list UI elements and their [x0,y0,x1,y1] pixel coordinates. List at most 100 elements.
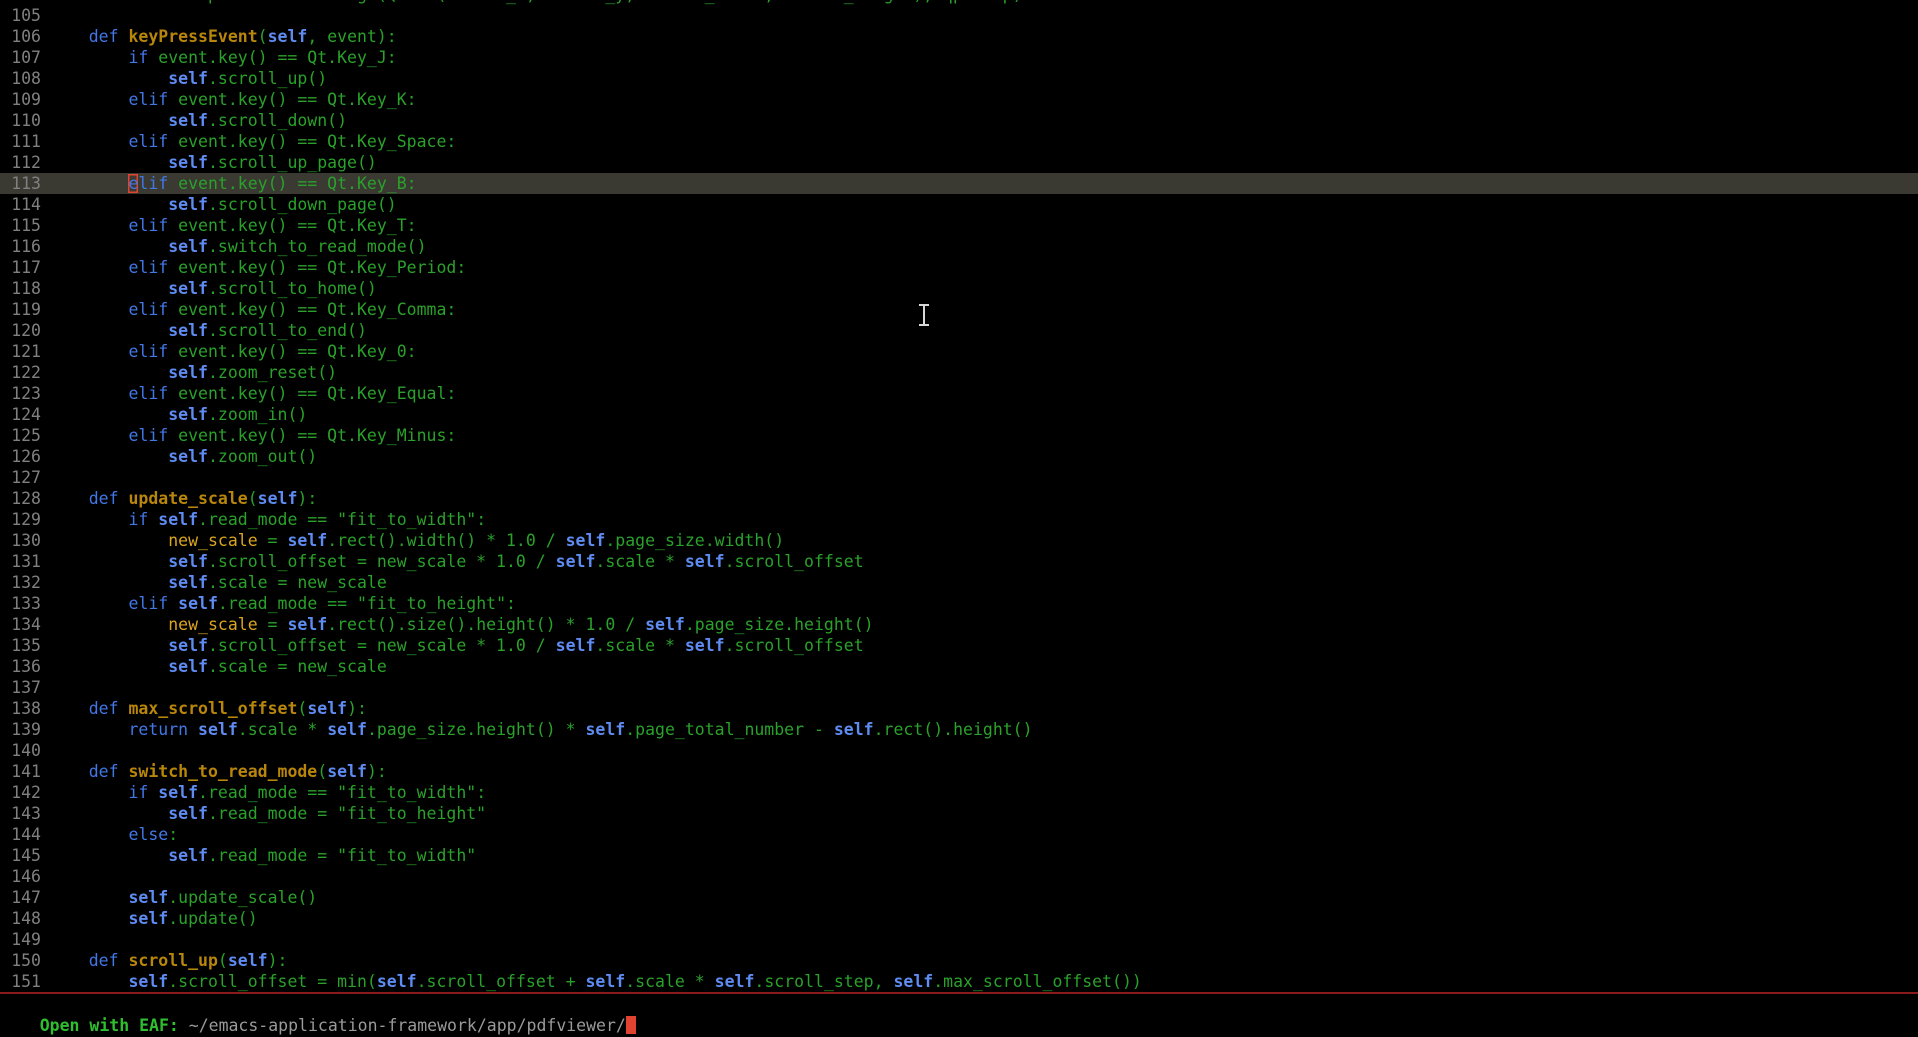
code-token: self [377,972,417,991]
code-token: event.key() == Qt.Key_Space: [168,132,456,151]
code-token [119,27,129,46]
code-line[interactable]: 110 self.scroll_down() [0,110,1918,131]
code-token: event.key() == Qt.Key_0: [168,342,416,361]
code-line[interactable]: 127 [0,467,1918,488]
code-token: : [476,783,486,802]
line-number: 131 [0,551,49,572]
code-token: .scroll_down_page() [208,195,397,214]
code-token: event.key() == Qt.Key_Equal: [168,384,456,403]
code-line[interactable]: 151 self.scroll_offset = min(self.scroll… [0,971,1918,992]
code-line[interactable]: 112 self.scroll_up_page() [0,152,1918,173]
code-token: .page_size.width() [605,531,784,550]
code-token: else [128,825,168,844]
code-buffer[interactable]: painter.drawImage(QRect(render_x, render… [0,0,1918,992]
code-line[interactable]: 132 self.scale = new_scale [0,572,1918,593]
line-number: 123 [0,383,49,404]
code-token [49,216,128,235]
code-line[interactable]: 125 elif event.key() == Qt.Key_Minus: [0,425,1918,446]
status-info: (1, 59)Top[2018-06-28] 22:12 Thursday [1489,1015,1912,1035]
line-number: 138 [0,698,49,719]
line-number: 115 [0,215,49,236]
code-line[interactable]: 121 elif event.key() == Qt.Key_0: [0,341,1918,362]
code-token: self [168,804,208,823]
code-line[interactable]: 133 elif self.read_mode == "fit_to_heigh… [0,593,1918,614]
code-token [49,783,128,802]
line-number: 106 [0,26,49,47]
code-line[interactable]: 144 else: [0,824,1918,845]
code-token: self [168,657,208,676]
code-line[interactable]: 147 self.update_scale() [0,887,1918,908]
code-line[interactable]: 124 self.zoom_in() [0,404,1918,425]
code-line[interactable]: 148 self.update() [0,908,1918,929]
code-line[interactable]: 108 self.scroll_up() [0,68,1918,89]
code-line[interactable]: 106 def keyPressEvent(self, event): [0,26,1918,47]
code-token: elif [128,426,168,445]
code-token [49,972,128,991]
code-token: self [178,594,218,613]
code-line[interactable]: 109 elif event.key() == Qt.Key_K: [0,89,1918,110]
code-token: self [327,720,367,739]
code-line[interactable]: 149 [0,929,1918,950]
code-line[interactable]: 129 if self.read_mode == "fit_to_width": [0,509,1918,530]
code-token: .scroll_to_home() [208,279,377,298]
minibuffer[interactable]: Open with EAF: ~/emacs-application-frame… [0,994,1918,1015]
code-line[interactable]: 145 self.read_mode = "fit_to_width" [0,845,1918,866]
ibeam-mouse-cursor [916,303,932,327]
line-number: 136 [0,656,49,677]
code-token [49,342,128,361]
minibuffer-input[interactable]: ~/emacs-application-framework/app/pdfvie… [189,1016,626,1035]
code-line[interactable]: 119 elif event.key() == Qt.Key_Comma: [0,299,1918,320]
code-line[interactable]: 120 self.scroll_to_end() [0,320,1918,341]
code-lines: painter.drawImage(QRect(render_x, render… [0,0,1918,992]
line-number: 145 [0,845,49,866]
code-token [148,510,158,529]
line-number: 121 [0,341,49,362]
code-line[interactable]: 117 elif event.key() == Qt.Key_Period: [0,257,1918,278]
code-line[interactable]: 118 self.scroll_to_home() [0,278,1918,299]
code-token: def [89,27,119,46]
code-line[interactable]: 131 self.scroll_offset = new_scale * 1.0… [0,551,1918,572]
line-number: 114 [0,194,49,215]
line-number: 124 [0,404,49,425]
code-line[interactable]: 116 self.switch_to_read_mode() [0,236,1918,257]
code-line[interactable]: 140 [0,740,1918,761]
line-number: 146 [0,866,49,887]
code-line[interactable]: 126 self.zoom_out() [0,446,1918,467]
code-line[interactable]: 146 [0,866,1918,887]
code-line[interactable]: 122 self.zoom_reset() [0,362,1918,383]
code-line[interactable]: 107 if event.key() == Qt.Key_J: [0,47,1918,68]
code-line[interactable]: 138 def max_scroll_offset(self): [0,698,1918,719]
code-token: self [168,195,208,214]
code-token [49,279,168,298]
code-line[interactable]: 105 [0,5,1918,26]
code-line[interactable]: 143 self.read_mode = "fit_to_height" [0,803,1918,824]
code-line[interactable]: 135 self.scroll_offset = new_scale * 1.0… [0,635,1918,656]
code-line[interactable]: 130 new_scale = self.rect().width() * 1.… [0,530,1918,551]
code-line[interactable]: 141 def switch_to_read_mode(self): [0,761,1918,782]
code-line[interactable]: 134 new_scale = self.rect().size().heigh… [0,614,1918,635]
code-token [49,825,128,844]
code-line[interactable]: 136 self.scale = new_scale [0,656,1918,677]
code-token: .scroll_offset = new_scale * 1.0 / [208,552,556,571]
code-line[interactable]: 114 self.scroll_down_page() [0,194,1918,215]
code-line[interactable]: 128 def update_scale(self): [0,488,1918,509]
code-token: = [258,615,288,634]
code-token: .read_mode == [218,594,357,613]
code-line[interactable]: 113 elif event.key() == Qt.Key_B: [0,173,1918,194]
line-number: 135 [0,635,49,656]
code-line[interactable]: 123 elif event.key() == Qt.Key_Equal: [0,383,1918,404]
code-line[interactable]: 150 def scroll_up(self): [0,950,1918,971]
code-token [49,804,168,823]
code-line[interactable]: 137 [0,677,1918,698]
code-token [119,762,129,781]
code-line[interactable]: 111 elif event.key() == Qt.Key_Space: [0,131,1918,152]
code-line[interactable]: 142 if self.read_mode == "fit_to_width": [0,782,1918,803]
code-token: def [89,699,119,718]
line-number: 128 [0,488,49,509]
code-token: self [566,531,606,550]
code-line[interactable]: 115 elif event.key() == Qt.Key_T: [0,215,1918,236]
code-line[interactable]: 139 return self.scale * self.page_size.h… [0,719,1918,740]
code-token: .scale * [625,972,714,991]
line-number: 122 [0,362,49,383]
code-token: "fit_to_width" [337,846,476,865]
